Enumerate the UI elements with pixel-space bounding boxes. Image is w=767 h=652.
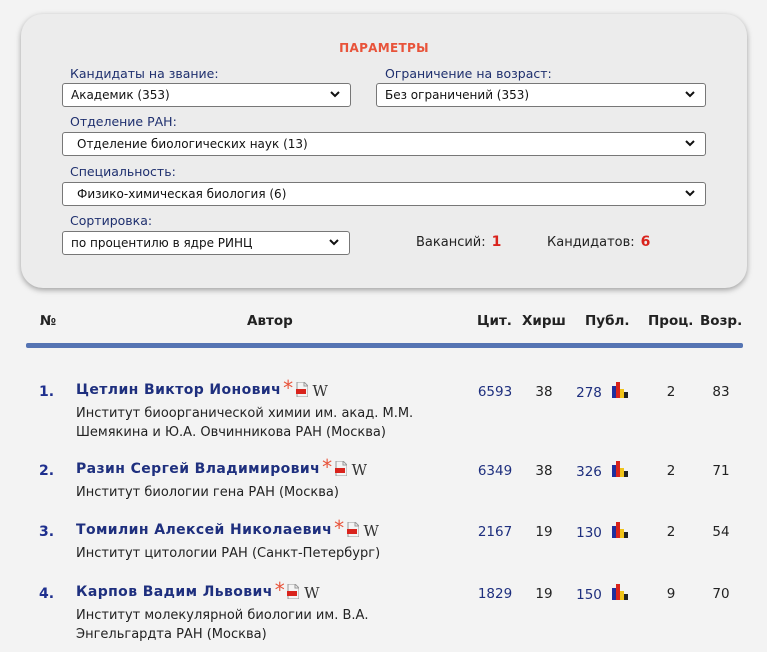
hirsch-index: 19 (535, 524, 553, 540)
header-citations[interactable]: Цит. (477, 313, 512, 329)
pdf-icon[interactable] (295, 381, 309, 398)
author-name[interactable]: Цетлин Виктор Ионович (76, 382, 281, 398)
author-name-link[interactable]: Томилин Алексей Николаевич * W (76, 516, 380, 540)
rank-select[interactable]: Академик (353) (62, 83, 351, 107)
spec-select-value: Физико-химическая биология (6) (77, 187, 287, 201)
publications-link[interactable]: 130 (574, 525, 604, 541)
candidates-stat: Кандидатов: 6 (547, 234, 650, 250)
star-icon: * (283, 376, 294, 400)
publications-link[interactable]: 326 (574, 464, 604, 480)
rank-label: Кандидаты на звание: (70, 66, 219, 81)
spec-label: Специальность: (70, 164, 176, 179)
sort-label: Сортировка: (70, 213, 153, 228)
rank-select-value: Академик (353) (71, 88, 170, 102)
bar-chart-icon[interactable] (612, 461, 628, 477)
chevron-down-icon (685, 190, 695, 197)
age: 54 (712, 524, 730, 540)
candidates-label: Кандидатов: (547, 235, 635, 250)
age: 83 (712, 384, 730, 400)
dept-select[interactable]: Отделение биологических наук (13) (62, 132, 706, 156)
chevron-down-icon (685, 140, 695, 147)
star-icon: * (334, 516, 345, 540)
wikipedia-icon[interactable]: W (313, 382, 329, 400)
row-number: 2. (39, 463, 55, 479)
header-publications[interactable]: Публ. (585, 313, 630, 329)
percentile: 9 (666, 586, 676, 602)
author-name[interactable]: Разин Сергей Владимирович (76, 461, 320, 477)
age-label: Ограничение на возраст: (385, 66, 552, 81)
parameters-panel: ПАРАМЕТРЫ Кандидаты на звание: Академик … (21, 14, 747, 288)
percentile: 2 (666, 384, 676, 400)
institute: Институт молекулярной биологии им. В.А. … (76, 608, 369, 642)
header-hirsch[interactable]: Хирш (522, 313, 566, 329)
row-number: 1. (39, 384, 55, 400)
author-name-link[interactable]: Цетлин Виктор Ионович * W (76, 376, 329, 400)
institute: Институт биологии гена РАН (Москва) (76, 485, 339, 500)
header-percentile[interactable]: Проц. (648, 313, 693, 329)
author-name-link[interactable]: Карпов Вадим Львович * W (76, 578, 320, 602)
pdf-icon[interactable] (334, 460, 348, 477)
percentile: 2 (666, 524, 676, 540)
vacancies-stat: Вакансий: 1 (416, 234, 501, 250)
citations-link[interactable]: 1829 (476, 586, 514, 602)
vacancies-count: 1 (491, 234, 502, 250)
citations-link[interactable]: 6593 (476, 384, 514, 400)
dept-select-value: Отделение биологических наук (13) (77, 137, 308, 151)
bar-chart-icon[interactable] (612, 584, 628, 600)
header-age[interactable]: Возр. (700, 313, 742, 329)
header-author[interactable]: Автор (247, 313, 293, 329)
hirsch-index: 38 (535, 384, 553, 400)
wikipedia-icon[interactable]: W (352, 461, 368, 479)
star-icon: * (274, 578, 286, 602)
institute: Институт цитологии РАН (Санкт-Петербург) (76, 546, 381, 561)
vacancies-label: Вакансий: (416, 235, 486, 250)
chevron-down-icon (329, 239, 339, 246)
publications-link[interactable]: 278 (574, 385, 604, 401)
bar-chart-icon[interactable] (612, 522, 628, 538)
publications-link[interactable]: 150 (574, 587, 604, 603)
hirsch-index: 19 (535, 586, 553, 602)
author-name-link[interactable]: Разин Сергей Владимирович * W (76, 455, 368, 479)
age: 71 (712, 463, 730, 479)
parameters-title: ПАРАМЕТРЫ (339, 41, 429, 55)
age-select-value: Без ограничений (353) (385, 88, 530, 102)
star-icon: * (322, 455, 333, 479)
sort-select-value: по процентилю в ядре РИНЦ (71, 236, 253, 250)
header-number: № (40, 313, 57, 329)
chevron-down-icon (685, 91, 695, 98)
chevron-down-icon (330, 91, 340, 98)
wikipedia-icon[interactable]: W (364, 522, 380, 540)
spec-select[interactable]: Физико-химическая биология (6) (62, 182, 706, 206)
pdf-icon[interactable] (346, 521, 360, 538)
institute: Институт биоорганической химии им. акад.… (76, 406, 414, 440)
percentile: 2 (666, 463, 676, 479)
pdf-icon[interactable] (287, 583, 300, 600)
row-number: 4. (39, 586, 55, 602)
hirsch-index: 38 (535, 463, 553, 479)
citations-link[interactable]: 6349 (476, 463, 514, 479)
citations-link[interactable]: 2167 (476, 524, 514, 540)
candidates-count: 6 (640, 234, 651, 250)
row-number: 3. (39, 524, 55, 540)
dept-label: Отделение РАН: (70, 114, 177, 129)
age: 70 (712, 586, 730, 602)
age-select[interactable]: Без ограничений (353) (376, 83, 706, 107)
author-name[interactable]: Томилин Алексей Николаевич (76, 522, 332, 538)
author-name[interactable]: Карпов Вадим Львович (76, 584, 273, 600)
sort-select[interactable]: по процентилю в ядре РИНЦ (62, 231, 350, 255)
bar-chart-icon[interactable] (612, 382, 628, 398)
wikipedia-icon[interactable]: W (304, 584, 320, 602)
header-divider (26, 343, 743, 348)
